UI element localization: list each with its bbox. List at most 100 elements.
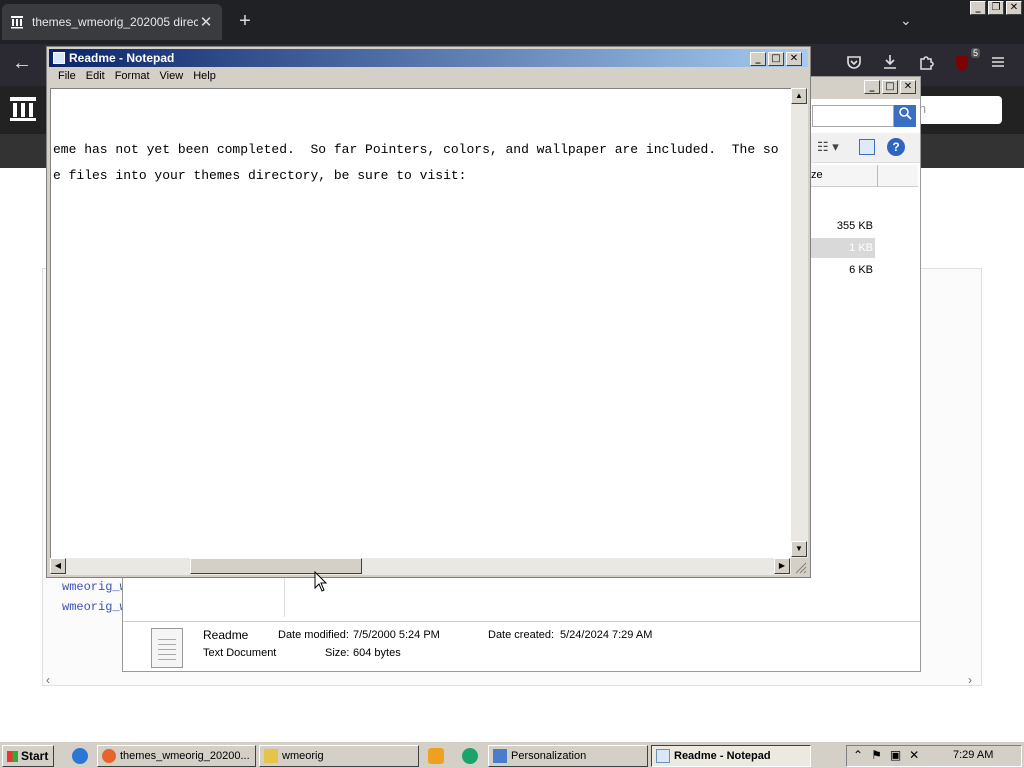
file-size-cell: 355 KB <box>836 220 873 232</box>
horizontal-scroll-thumb[interactable] <box>190 558 362 574</box>
notepad-menu-bar: File Edit Format View Help <box>49 67 808 87</box>
taskbar-item-label: Personalization <box>511 750 587 762</box>
details-date-created-label: Date created: <box>488 629 555 641</box>
browser-tab[interactable]: themes_wmeorig_202005 director ✕ <box>2 4 222 40</box>
notepad-close-button[interactable]: ✕ <box>786 52 802 66</box>
menu-edit[interactable]: Edit <box>81 67 110 87</box>
start-button[interactable]: Start <box>2 745 54 767</box>
back-arrow-icon[interactable]: ← <box>12 52 32 75</box>
notepad-window-controls: _ □ ✕ <box>750 52 802 66</box>
menu-hamburger-icon[interactable] <box>988 54 1008 74</box>
restore-button[interactable]: ❐ <box>988 1 1004 15</box>
ublock-icon[interactable]: 5 <box>952 48 980 74</box>
resize-grip-icon[interactable] <box>791 558 808 575</box>
scroll-left-icon[interactable]: ◀ <box>50 558 66 574</box>
taskbar-item-label: wmeorig <box>282 750 324 762</box>
vertical-scrollbar[interactable]: ▲ ▼ <box>791 88 808 558</box>
column-divider[interactable] <box>877 165 878 187</box>
mouse-cursor-icon <box>314 571 328 592</box>
internet-explorer-icon[interactable] <box>72 748 88 764</box>
media-player-icon[interactable] <box>428 748 444 764</box>
action-center-flag-icon[interactable]: ⚑ <box>871 748 882 762</box>
folder-icon <box>264 749 278 763</box>
details-date-modified-label: Date modified: <box>278 629 349 641</box>
menu-help[interactable]: Help <box>188 67 221 87</box>
browser-window-controls: _ ❐ ✕ <box>970 1 1022 15</box>
pocket-icon[interactable] <box>844 54 864 74</box>
tab-list-chevron-icon[interactable]: ⌄ <box>900 12 912 29</box>
taskbar-item-personalization[interactable]: Personalization <box>488 745 648 767</box>
scroll-up-icon[interactable]: ▲ <box>791 88 807 104</box>
file-size-cell: 6 KB <box>849 264 873 276</box>
download-icon[interactable] <box>880 54 900 74</box>
preview-pane-icon[interactable] <box>859 139 875 155</box>
archive-logo-icon[interactable] <box>8 94 38 124</box>
system-tray: ⌃ ⚑ ▣ ✕ 7:29 AM <box>846 745 1022 767</box>
directory-links: wmeorig_w wmeorig_w <box>62 577 127 617</box>
details-pane: Readme Text Document Date modified: 7/5/… <box>123 621 920 671</box>
scroll-down-icon[interactable]: ▼ <box>791 541 807 557</box>
help-icon[interactable]: ? <box>887 138 905 156</box>
change-view-icon[interactable]: ☷ ▾ <box>817 139 839 155</box>
explorer-close-button[interactable]: ✕ <box>900 80 916 94</box>
explorer-minimize-button[interactable]: _ <box>864 80 880 94</box>
notepad-window: Readme - Notepad _ □ ✕ File Edit Format … <box>46 46 811 578</box>
taskbar-item-notepad[interactable]: Readme - Notepad <box>651 745 811 767</box>
notepad-text: eme has not yet been completed. So far P… <box>53 137 779 189</box>
file-size-cell-selected[interactable]: 1 KB <box>803 238 875 258</box>
notepad-minimize-button[interactable]: _ <box>750 52 766 66</box>
details-file-name: Readme <box>203 628 249 642</box>
tab-close-icon[interactable]: ✕ <box>198 13 214 31</box>
notepad-app-icon[interactable] <box>53 52 65 64</box>
notepad-text-area[interactable]: eme has not yet been completed. So far P… <box>50 88 791 558</box>
taskbar-item-browser[interactable]: themes_wmeorig_20200... <box>97 745 256 767</box>
menu-file[interactable]: File <box>53 67 81 87</box>
menu-format[interactable]: Format <box>110 67 155 87</box>
menu-view[interactable]: View <box>155 67 189 87</box>
navigation-pane <box>123 577 285 617</box>
tab-title: themes_wmeorig_202005 director <box>32 15 198 29</box>
notepad-icon <box>656 749 670 763</box>
extensions-icon[interactable] <box>916 54 936 74</box>
network-icon[interactable]: ▣ <box>890 748 901 762</box>
control-panel-icon <box>493 749 507 763</box>
show-hidden-icons-chevron-icon[interactable]: ⌃ <box>853 748 863 762</box>
minimize-button[interactable]: _ <box>970 1 986 15</box>
clock[interactable]: 7:29 AM <box>953 749 993 761</box>
page-scroll-right-icon[interactable]: › <box>968 673 972 687</box>
notepad-maximize-button[interactable]: □ <box>768 52 784 66</box>
close-button[interactable]: ✕ <box>1006 1 1022 15</box>
taskbar-item-label: themes_wmeorig_20200... <box>120 750 250 762</box>
messenger-icon[interactable] <box>462 748 478 764</box>
volume-muted-icon[interactable]: ✕ <box>909 748 919 762</box>
column-header-size[interactable]: ze <box>803 165 918 187</box>
details-date-created: 5/24/2024 7:29 AM <box>560 629 653 641</box>
taskbar-item-label: Readme - Notepad <box>674 750 771 762</box>
page-scroll-left-icon[interactable]: ‹ <box>46 673 50 687</box>
text-line: e files into your themes directory, be s… <box>53 168 467 183</box>
details-file-type: Text Document <box>203 647 277 659</box>
taskbar: Start themes_wmeorig_20200... wmeorig Pe… <box>0 741 1024 768</box>
file-link[interactable]: wmeorig_w <box>62 597 127 617</box>
details-size: 604 bytes <box>353 647 401 659</box>
notepad-title: Readme - Notepad <box>69 51 175 65</box>
browser-tab-bar: themes_wmeorig_202005 director ✕ + ⌄ _ ❐… <box>0 0 1024 44</box>
explorer-search-input[interactable] <box>812 105 894 127</box>
horizontal-scrollbar[interactable]: ◀ ▶ <box>50 558 791 575</box>
details-size-label: Size: <box>325 647 350 659</box>
details-date-modified: 7/5/2000 5:24 PM <box>353 629 440 641</box>
search-icon[interactable] <box>894 105 916 127</box>
explorer-maximize-button[interactable]: □ <box>882 80 898 94</box>
taskbar-item-explorer[interactable]: wmeorig <box>259 745 419 767</box>
file-link[interactable]: wmeorig_w <box>62 577 127 597</box>
explorer-window-controls: _ □ ✕ <box>864 80 916 94</box>
ublock-badge: 5 <box>970 48 980 58</box>
browser-toolbar-icons: 5 <box>844 48 1008 74</box>
notepad-title-bar[interactable]: Readme - Notepad _ □ ✕ <box>49 49 808 67</box>
text-document-icon <box>151 628 183 668</box>
archive-favicon-icon <box>11 16 23 29</box>
new-tab-button[interactable]: + <box>234 10 256 32</box>
scroll-right-icon[interactable]: ▶ <box>774 558 790 574</box>
column-size-label: ze <box>811 169 823 181</box>
tray-icons: ⌃ ⚑ ▣ ✕ <box>853 748 919 762</box>
